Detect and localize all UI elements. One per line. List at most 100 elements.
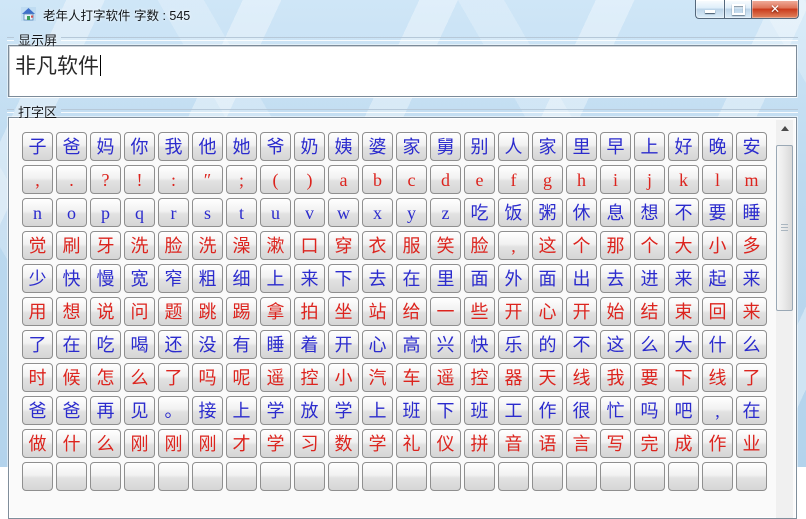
key-button[interactable]: 踢	[226, 297, 257, 326]
key-button[interactable]: l	[702, 165, 733, 194]
key-button[interactable]: (	[260, 165, 291, 194]
key-button[interactable]: 上	[634, 132, 665, 161]
key-button[interactable]: 见	[124, 396, 155, 425]
key-button[interactable]: 家	[396, 132, 427, 161]
key-button[interactable]: 么	[736, 330, 767, 359]
key-button[interactable]: 作	[702, 429, 733, 458]
key-button[interactable]: 婆	[362, 132, 393, 161]
key-button[interactable]: 爸	[56, 132, 87, 161]
maximize-button[interactable]	[724, 0, 751, 19]
key-button[interactable]: 很	[566, 396, 597, 425]
key-button[interactable]: 舅	[430, 132, 461, 161]
key-button[interactable]: 遥	[260, 363, 291, 392]
key-button[interactable]: 吃	[464, 198, 495, 227]
key-button[interactable]: ;	[226, 165, 257, 194]
key-button[interactable]: 里	[430, 264, 461, 293]
key-button[interactable]: 晚	[702, 132, 733, 161]
key-button[interactable]: 兴	[430, 330, 461, 359]
key-button[interactable]: f	[498, 165, 529, 194]
key-button[interactable]: 别	[464, 132, 495, 161]
display-screen-textbox[interactable]: 非凡软件	[8, 45, 797, 97]
key-button[interactable]: 宽	[124, 264, 155, 293]
key-button[interactable]: 大	[668, 330, 699, 359]
key-button[interactable]: 大	[668, 231, 699, 260]
key-button[interactable]: 窄	[158, 264, 189, 293]
key-button[interactable]: 刷	[56, 231, 87, 260]
key-button[interactable]: ″	[192, 165, 223, 194]
key-button[interactable]: 口	[294, 231, 325, 260]
key-button[interactable]: 奶	[294, 132, 325, 161]
key-button[interactable]: 工	[498, 396, 529, 425]
key-button[interactable]: 爷	[260, 132, 291, 161]
key-button[interactable]: y	[396, 198, 427, 227]
key-button[interactable]: 题	[158, 297, 189, 326]
key-button[interactable]: 个	[634, 231, 665, 260]
key-button[interactable]: 上	[260, 264, 291, 293]
key-button[interactable]: v	[294, 198, 325, 227]
key-button[interactable]: 高	[396, 330, 427, 359]
key-button[interactable]: 下	[668, 363, 699, 392]
key-button[interactable]: 回	[702, 297, 733, 326]
key-button[interactable]: 笑	[430, 231, 461, 260]
key-button[interactable]: 面	[532, 264, 563, 293]
key-button[interactable]: 吃	[90, 330, 121, 359]
key-button[interactable]: 这	[532, 231, 563, 260]
key-button[interactable]	[566, 462, 597, 491]
key-button[interactable]	[124, 462, 155, 491]
key-button[interactable]: 有	[226, 330, 257, 359]
key-button[interactable]: !	[124, 165, 155, 194]
key-button[interactable]: 学	[260, 429, 291, 458]
key-button[interactable]: 成	[668, 429, 699, 458]
key-button[interactable]: 爸	[56, 396, 87, 425]
key-button[interactable]: 天	[532, 363, 563, 392]
key-button[interactable]: 下	[430, 396, 461, 425]
key-button[interactable]	[260, 462, 291, 491]
key-button[interactable]	[294, 462, 325, 491]
key-button[interactable]: 我	[158, 132, 189, 161]
key-button[interactable]	[22, 462, 53, 491]
key-button[interactable]: 拼	[464, 429, 495, 458]
key-button[interactable]: 安	[736, 132, 767, 161]
key-button[interactable]: 时	[22, 363, 53, 392]
key-button[interactable]: 衣	[362, 231, 393, 260]
key-button[interactable]: 多	[736, 231, 767, 260]
key-button[interactable]: 要	[634, 363, 665, 392]
key-button[interactable]: 刚	[158, 429, 189, 458]
key-button[interactable]: n	[22, 198, 53, 227]
key-button[interactable]: 始	[600, 297, 631, 326]
key-button[interactable]: 问	[124, 297, 155, 326]
key-button[interactable]: 着	[294, 330, 325, 359]
key-button[interactable]: 快	[56, 264, 87, 293]
key-button[interactable]	[56, 462, 87, 491]
key-button[interactable]	[702, 462, 733, 491]
key-button[interactable]: 作	[532, 396, 563, 425]
key-button[interactable]: 去	[362, 264, 393, 293]
minimize-button[interactable]	[695, 0, 724, 19]
key-button[interactable]: z	[430, 198, 461, 227]
key-button[interactable]: 在	[396, 264, 427, 293]
key-button[interactable]: 觉	[22, 231, 53, 260]
key-button[interactable]	[328, 462, 359, 491]
key-button[interactable]: ?	[90, 165, 121, 194]
key-button[interactable]: 还	[158, 330, 189, 359]
key-button[interactable]: 坐	[328, 297, 359, 326]
key-button[interactable]: 开	[566, 297, 597, 326]
key-button[interactable]: 去	[600, 264, 631, 293]
key-button[interactable]: 那	[600, 231, 631, 260]
key-button[interactable]: 什	[702, 330, 733, 359]
key-button[interactable]: 怎	[90, 363, 121, 392]
key-button[interactable]: 控	[464, 363, 495, 392]
key-button[interactable]: 想	[56, 297, 87, 326]
key-button[interactable]: 起	[702, 264, 733, 293]
key-button[interactable]: a	[328, 165, 359, 194]
key-button[interactable]: 家	[532, 132, 563, 161]
key-button[interactable]: 里	[566, 132, 597, 161]
key-button[interactable]: 在	[56, 330, 87, 359]
key-button[interactable]	[226, 462, 257, 491]
key-button[interactable]: .	[56, 165, 87, 194]
key-button[interactable]: 人	[498, 132, 529, 161]
key-button[interactable]: 站	[362, 297, 393, 326]
close-button[interactable]: ✕	[751, 0, 799, 19]
key-button[interactable]: 想	[634, 198, 665, 227]
key-button[interactable]: j	[634, 165, 665, 194]
